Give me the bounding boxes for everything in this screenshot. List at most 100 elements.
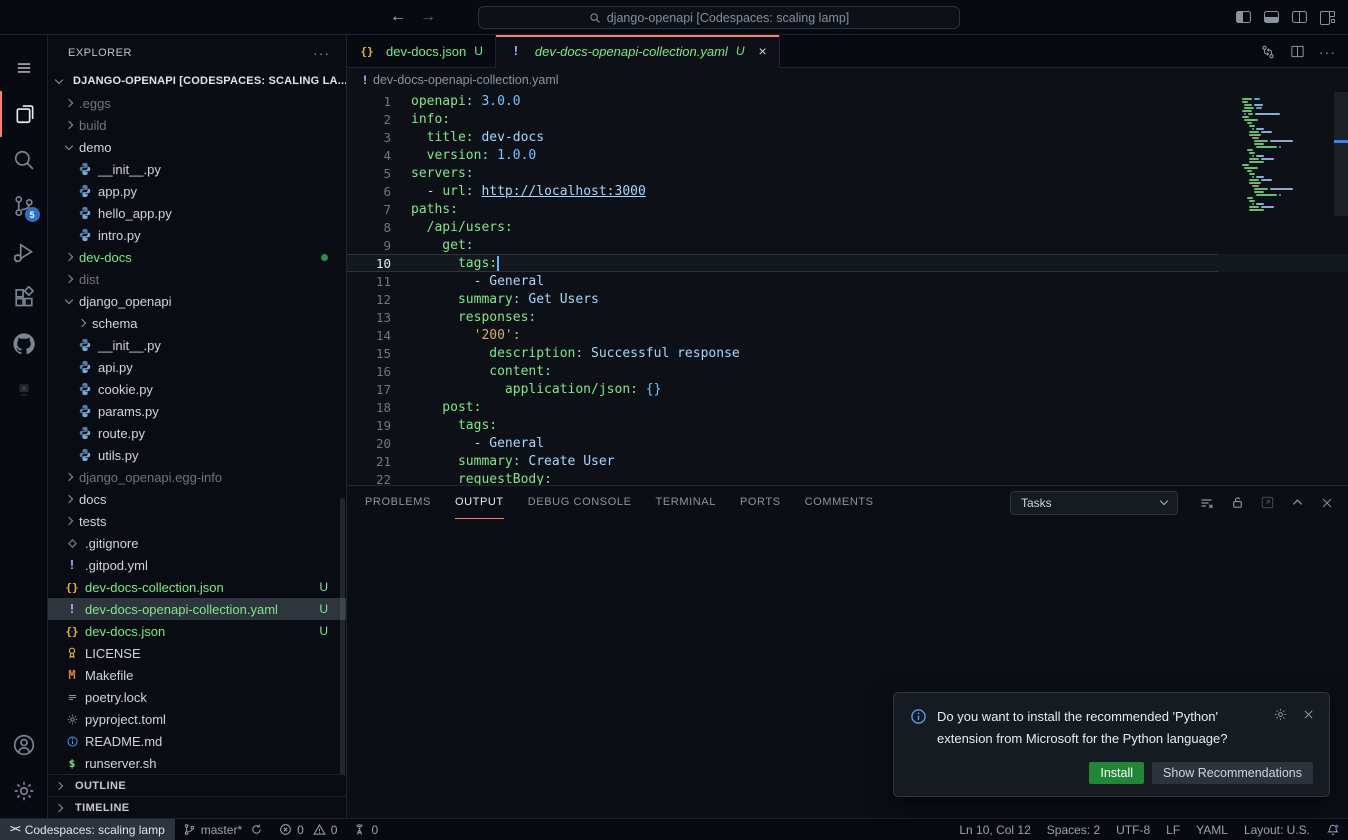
accounts-icon[interactable] (0, 722, 48, 768)
code-editor[interactable]: 1openapi: 3.0.02info:3 title: dev-docs4 … (347, 92, 1348, 485)
open-changes-icon[interactable] (1260, 44, 1276, 60)
clear-output-icon[interactable] (1199, 495, 1215, 511)
code-line[interactable]: 16 content: (347, 362, 1348, 380)
split-editor-icon[interactable] (1290, 44, 1305, 59)
source-control-icon[interactable]: 5 (0, 183, 48, 229)
panel-tab-debug-console[interactable]: DEBUG CONSOLE (528, 486, 632, 519)
file-tree-item[interactable]: django_openapi.egg-info (48, 466, 346, 488)
indentation-status[interactable]: Spaces: 2 (1039, 819, 1108, 840)
sidebar-scrollbar[interactable] (340, 498, 345, 780)
code-line[interactable]: 6 - url: http://localhost:3000 (347, 182, 1348, 200)
install-button[interactable]: Install (1089, 762, 1144, 784)
file-tree-item[interactable]: $runserver.sh (48, 752, 346, 774)
notifications-bell-icon[interactable] (1318, 819, 1348, 840)
explorer-more-actions-icon[interactable]: ··· (313, 45, 330, 61)
minimap[interactable] (1242, 98, 1334, 212)
code-line[interactable]: 20 - General (347, 434, 1348, 452)
customize-layout-icon[interactable] (1320, 11, 1336, 23)
extensions-icon[interactable] (0, 275, 48, 321)
code-line[interactable]: 3 title: dev-docs (347, 128, 1348, 146)
devdocs-extension-icon[interactable] (0, 367, 48, 413)
close-panel-icon[interactable] (1320, 496, 1334, 510)
language-mode-status[interactable]: YAML (1188, 819, 1236, 840)
code-line[interactable]: 17 application/json: {} (347, 380, 1348, 398)
file-tree-item[interactable]: poetry.lock (48, 686, 346, 708)
file-tree-item[interactable]: pyproject.toml (48, 708, 346, 730)
nav-forward-icon[interactable]: → (420, 8, 436, 26)
eol-status[interactable]: LF (1158, 819, 1188, 840)
file-tree-item[interactable]: __init__.py (48, 158, 346, 180)
search-sidebar-icon[interactable] (0, 137, 48, 183)
encoding-status[interactable]: UTF-8 (1108, 819, 1158, 840)
outline-section[interactable]: OUTLINE (48, 774, 346, 796)
breadcrumb[interactable]: ! dev-docs-openapi-collection.yaml (347, 68, 1348, 92)
file-tree-item[interactable]: route.py (48, 422, 346, 444)
code-line[interactable]: 14 '200': (347, 326, 1348, 344)
panel-tab-comments[interactable]: COMMENTS (805, 486, 874, 519)
file-tree-item[interactable]: utils.py (48, 444, 346, 466)
keyboard-layout-status[interactable]: Layout: U.S. (1236, 819, 1318, 840)
code-line[interactable]: 10 tags: (347, 254, 1348, 272)
code-line[interactable]: 11 - General (347, 272, 1348, 290)
settings-gear-icon[interactable] (0, 768, 48, 814)
git-branch-status[interactable]: master* (175, 819, 271, 840)
file-tree-item[interactable]: build (48, 114, 346, 136)
file-tree-item[interactable]: __init__.py (48, 334, 346, 356)
panel-tab-problems[interactable]: PROBLEMS (365, 486, 431, 519)
file-tree-item[interactable]: dist (48, 268, 346, 290)
code-line[interactable]: 8 /api/users: (347, 218, 1348, 236)
editor-more-actions-icon[interactable]: ··· (1319, 44, 1336, 60)
nav-back-icon[interactable]: ← (390, 8, 406, 26)
code-line[interactable]: 1openapi: 3.0.0 (347, 92, 1348, 110)
code-line[interactable]: 2info: (347, 110, 1348, 128)
tab-dev-docs-openapi-collection-yaml[interactable]: ! dev-docs-openapi-collection.yaml U × (496, 35, 780, 68)
code-line[interactable]: 13 responses: (347, 308, 1348, 326)
notification-close-icon[interactable] (1302, 708, 1315, 721)
file-tree-item[interactable]: dev-docs (48, 246, 346, 268)
panel-tab-output[interactable]: OUTPUT (455, 486, 504, 519)
cursor-position-status[interactable]: Ln 10, Col 12 (951, 819, 1038, 840)
code-line[interactable]: 5servers: (347, 164, 1348, 182)
panel-tab-terminal[interactable]: TERMINAL (656, 486, 716, 519)
code-line[interactable]: 22 requestBody: (347, 470, 1348, 485)
file-tree-item[interactable]: schema (48, 312, 346, 334)
command-center-search[interactable]: django-openapi [Codespaces: scaling lamp… (478, 6, 960, 29)
tab-dev-docs-json[interactable]: {} dev-docs.json U (347, 35, 496, 67)
panel-tab-ports[interactable]: PORTS (740, 486, 781, 519)
file-tree-item[interactable]: MMakefile (48, 664, 346, 686)
file-tree-item[interactable]: .gitignore (48, 532, 346, 554)
menu-icon[interactable] (0, 45, 48, 91)
code-line[interactable]: 19 tags: (347, 416, 1348, 434)
file-tree-item[interactable]: !.gitpod.yml (48, 554, 346, 576)
problems-status[interactable]: 0 0 (271, 819, 345, 840)
code-line[interactable]: 18 post: (347, 398, 1348, 416)
lock-autoscroll-icon[interactable] (1230, 495, 1245, 510)
code-line[interactable]: 7paths: (347, 200, 1348, 218)
file-tree-item[interactable]: params.py (48, 400, 346, 422)
file-tree-item[interactable]: app.py (48, 180, 346, 202)
code-line[interactable]: 21 summary: Create User (347, 452, 1348, 470)
file-tree-item[interactable]: docs (48, 488, 346, 510)
open-output-in-editor-icon[interactable] (1260, 495, 1275, 510)
code-line[interactable]: 15 description: Successful response (347, 344, 1348, 362)
output-channel-select[interactable]: Tasks (1010, 491, 1178, 515)
file-tree-item[interactable]: {}dev-docs.jsonU (48, 620, 346, 642)
file-tree-item[interactable]: !dev-docs-openapi-collection.yamlU (48, 598, 346, 620)
show-recommendations-button[interactable]: Show Recommendations (1152, 762, 1313, 784)
file-tree-item[interactable]: intro.py (48, 224, 346, 246)
file-tree-item[interactable]: api.py (48, 356, 346, 378)
forwarded-ports-status[interactable]: 0 (345, 819, 386, 840)
timeline-section[interactable]: TIMELINE (48, 796, 346, 818)
remote-indicator[interactable]: >< Codespaces: scaling lamp (0, 819, 175, 840)
file-tree-item[interactable]: hello_app.py (48, 202, 346, 224)
file-tree-item[interactable]: LICENSE (48, 642, 346, 664)
code-line[interactable]: 4 version: 1.0.0 (347, 146, 1348, 164)
maximize-panel-icon[interactable] (1290, 495, 1305, 510)
file-tree-item[interactable]: README.md (48, 730, 346, 752)
close-tab-icon[interactable]: × (759, 43, 767, 59)
project-root-folder[interactable]: DJANGO-OPENAPI [CODESPACES: SCALING LA..… (48, 70, 346, 92)
toggle-panel-icon[interactable] (1264, 11, 1279, 23)
toggle-sidebar-icon[interactable] (1236, 11, 1251, 23)
file-tree-item[interactable]: tests (48, 510, 346, 532)
file-tree-item[interactable]: demo (48, 136, 346, 158)
